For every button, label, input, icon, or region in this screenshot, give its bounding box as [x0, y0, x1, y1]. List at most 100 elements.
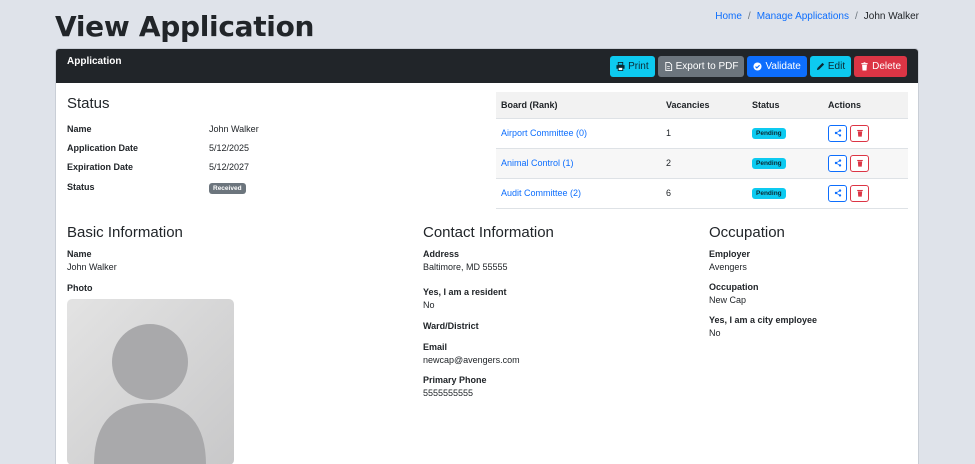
card-header: Application Print Export to PDF Validate… — [56, 49, 918, 83]
delete-button[interactable]: Delete — [854, 55, 907, 77]
field-label: Address — [423, 249, 460, 259]
field-label: Ward/District — [423, 321, 479, 331]
file-pdf-icon — [664, 61, 672, 71]
table-row: Animal Control (1) 2 Pending — [496, 148, 908, 179]
column-header-status: Status — [747, 92, 823, 119]
field-label: Name — [67, 249, 92, 259]
edit-button[interactable]: Edit — [809, 55, 852, 77]
trash-icon — [856, 129, 863, 137]
field-label: Yes, I am a city employee — [709, 315, 818, 325]
breadcrumb: Home / Manage Applications / John Walker — [715, 11, 919, 22]
status-badge: Received — [209, 183, 246, 194]
trash-icon — [856, 159, 863, 167]
field-label: Employer — [709, 249, 751, 259]
status-label: Name — [67, 124, 92, 134]
ward-district-field: Ward/District — [423, 321, 683, 331]
status-label: Status — [67, 182, 95, 192]
contact-information-heading: Contact Information — [423, 224, 554, 241]
export-pdf-button[interactable]: Export to PDF — [657, 55, 745, 77]
boards-table: Board (Rank) Vacancies Status Actions Ai… — [496, 92, 908, 209]
profile-photo-placeholder — [67, 299, 234, 464]
person-silhouette-icon — [94, 324, 206, 464]
trash-icon — [856, 189, 863, 197]
toolbar: Print Export to PDF Validate Edit Delete — [610, 55, 907, 77]
board-link[interactable]: Airport Committee (0) — [501, 128, 587, 138]
occupation-field: Occupation New Cap — [709, 282, 909, 305]
vacancies-cell: 6 — [661, 178, 747, 209]
city-employee-field: Yes, I am a city employee No — [709, 315, 909, 338]
status-value: 5/12/2027 — [209, 162, 250, 172]
pending-badge: Pending — [752, 128, 786, 139]
remove-board-button[interactable] — [850, 124, 869, 142]
share-nodes-icon — [834, 129, 841, 137]
breadcrumb-manage-applications-link[interactable]: Manage Applications — [757, 11, 849, 22]
status-section: Status — [67, 95, 267, 112]
address-field: Address Baltimore, MD 55555 — [423, 249, 683, 272]
field-label: Primary Phone — [423, 375, 487, 385]
column-header-vacancies: Vacancies — [661, 92, 747, 119]
breadcrumb-home-link[interactable]: Home — [715, 11, 742, 22]
check-circle-icon — [753, 61, 763, 71]
print-button[interactable]: Print — [610, 55, 655, 77]
column-header-board: Board (Rank) — [496, 92, 661, 119]
field-value: Baltimore, MD 55555 — [423, 262, 508, 272]
page-title: View Application — [55, 10, 315, 43]
share-nodes-icon — [834, 159, 841, 167]
validate-button-label: Validate — [765, 60, 801, 72]
breadcrumb-separator: / — [747, 11, 751, 22]
trash-icon — [861, 61, 868, 71]
card-title: Application — [67, 56, 122, 67]
pending-badge: Pending — [752, 158, 786, 169]
view-board-button[interactable] — [828, 124, 847, 142]
field-value: No — [709, 328, 721, 338]
status-value: 5/12/2025 — [209, 143, 250, 153]
print-button-label: Print — [628, 60, 649, 72]
basic-information-section: Basic Information Name John Walker Photo — [67, 224, 367, 464]
pending-badge: Pending — [752, 188, 786, 199]
breadcrumb-current: John Walker — [863, 11, 919, 22]
validate-button[interactable]: Validate — [747, 55, 807, 77]
table-row: Audit Committee (2) 6 Pending — [496, 178, 908, 209]
printer-icon — [616, 61, 625, 71]
field-label: Occupation — [709, 282, 759, 292]
status-heading: Status — [67, 95, 110, 112]
pencil-icon — [816, 62, 824, 70]
field-value: John Walker — [67, 262, 117, 272]
contact-information-section: Contact Information Address Baltimore, M… — [423, 224, 683, 398]
occupation-heading: Occupation — [709, 224, 785, 241]
basic-information-heading: Basic Information — [67, 224, 183, 241]
edit-button-label: Edit — [827, 60, 846, 72]
field-value: No — [423, 300, 435, 310]
delete-button-label: Delete — [872, 60, 901, 72]
field-value: New Cap — [709, 295, 747, 305]
basic-photo-field: Photo — [67, 283, 367, 464]
board-link[interactable]: Animal Control (1) — [501, 158, 574, 168]
field-label: Yes, I am a resident — [423, 287, 507, 297]
field-value: Avengers — [709, 262, 747, 272]
remove-board-button[interactable] — [850, 154, 869, 172]
table-row: Airport Committee (0) 1 Pending — [496, 118, 908, 149]
status-label: Expiration Date — [67, 162, 134, 172]
board-link[interactable]: Audit Committee (2) — [501, 188, 581, 198]
field-label: Email — [423, 342, 448, 352]
basic-name-field: Name John Walker — [67, 249, 367, 272]
status-value: John Walker — [209, 124, 259, 134]
resident-field: Yes, I am a resident No — [423, 287, 683, 310]
phone-link[interactable]: 5555555555 — [423, 388, 473, 398]
application-card: Application Print Export to PDF Validate… — [55, 48, 919, 464]
view-board-button[interactable] — [828, 184, 847, 202]
email-link[interactable]: newcap@avengers.com — [423, 355, 520, 365]
export-pdf-button-label: Export to PDF — [675, 60, 739, 72]
status-label: Application Date — [67, 143, 139, 153]
breadcrumb-separator: / — [855, 11, 858, 22]
share-nodes-icon — [834, 189, 841, 197]
email-field: Email newcap@avengers.com — [423, 342, 683, 365]
view-board-button[interactable] — [828, 154, 847, 172]
remove-board-button[interactable] — [850, 184, 869, 202]
vacancies-cell: 1 — [661, 118, 747, 149]
employer-field: Employer Avengers — [709, 249, 909, 272]
table-header-row: Board (Rank) Vacancies Status Actions — [496, 92, 908, 119]
occupation-section: Occupation Employer Avengers Occupation … — [709, 224, 909, 338]
primary-phone-field: Primary Phone 5555555555 — [423, 375, 683, 398]
vacancies-cell: 2 — [661, 148, 747, 179]
